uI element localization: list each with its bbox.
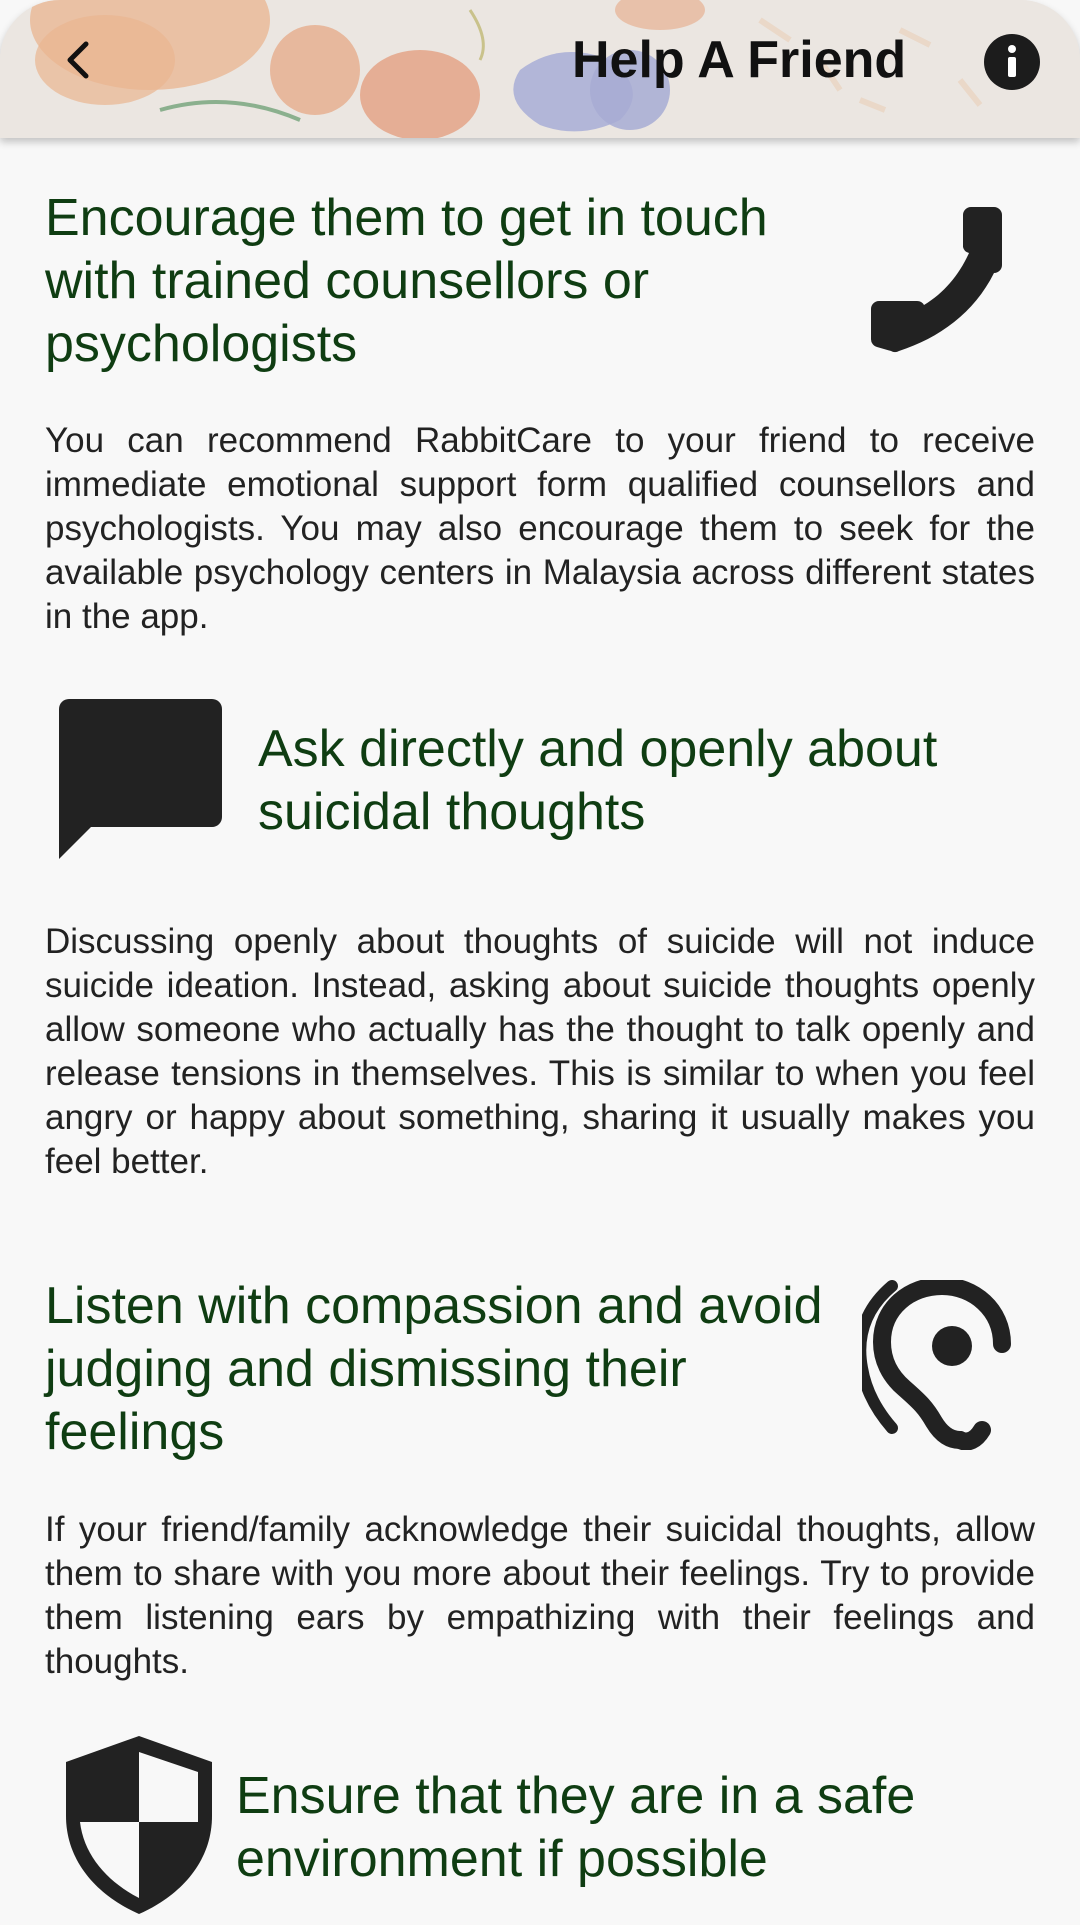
section-body-counsellors: You can recommend RabbitCare to your fri… — [45, 421, 1035, 636]
info-button[interactable] — [984, 34, 1040, 90]
back-button[interactable] — [52, 34, 104, 86]
chat-bubble-icon — [59, 699, 222, 859]
app-header: Help A Friend — [0, 0, 1080, 138]
section-body-listen: If your friend/family acknowledge their … — [45, 1510, 1035, 1681]
ear-icon — [862, 1280, 1011, 1450]
section-title-counsellors: Encourage them to get in touch with trai… — [45, 189, 768, 373]
floral-header-background — [0, 0, 1080, 138]
shield-icon — [66, 1736, 212, 1914]
section-title-ask-directly: Ask directly and openly about suicidal t… — [258, 720, 938, 841]
phone-icon — [870, 207, 1002, 353]
info-icon — [1008, 45, 1016, 77]
chevron-left-icon — [67, 41, 89, 79]
section-body-ask-directly: Discussing openly about thoughts of suic… — [45, 922, 1035, 1181]
page-title: Help A Friend — [572, 31, 907, 89]
section-title-safe-environment: Ensure that they are in a safe environme… — [236, 1767, 916, 1888]
section-title-listen: Listen with compassion and avoid judging… — [45, 1277, 823, 1461]
help-a-friend-screen: Help A Friend Encourage them to get in t… — [0, 0, 1080, 1925]
